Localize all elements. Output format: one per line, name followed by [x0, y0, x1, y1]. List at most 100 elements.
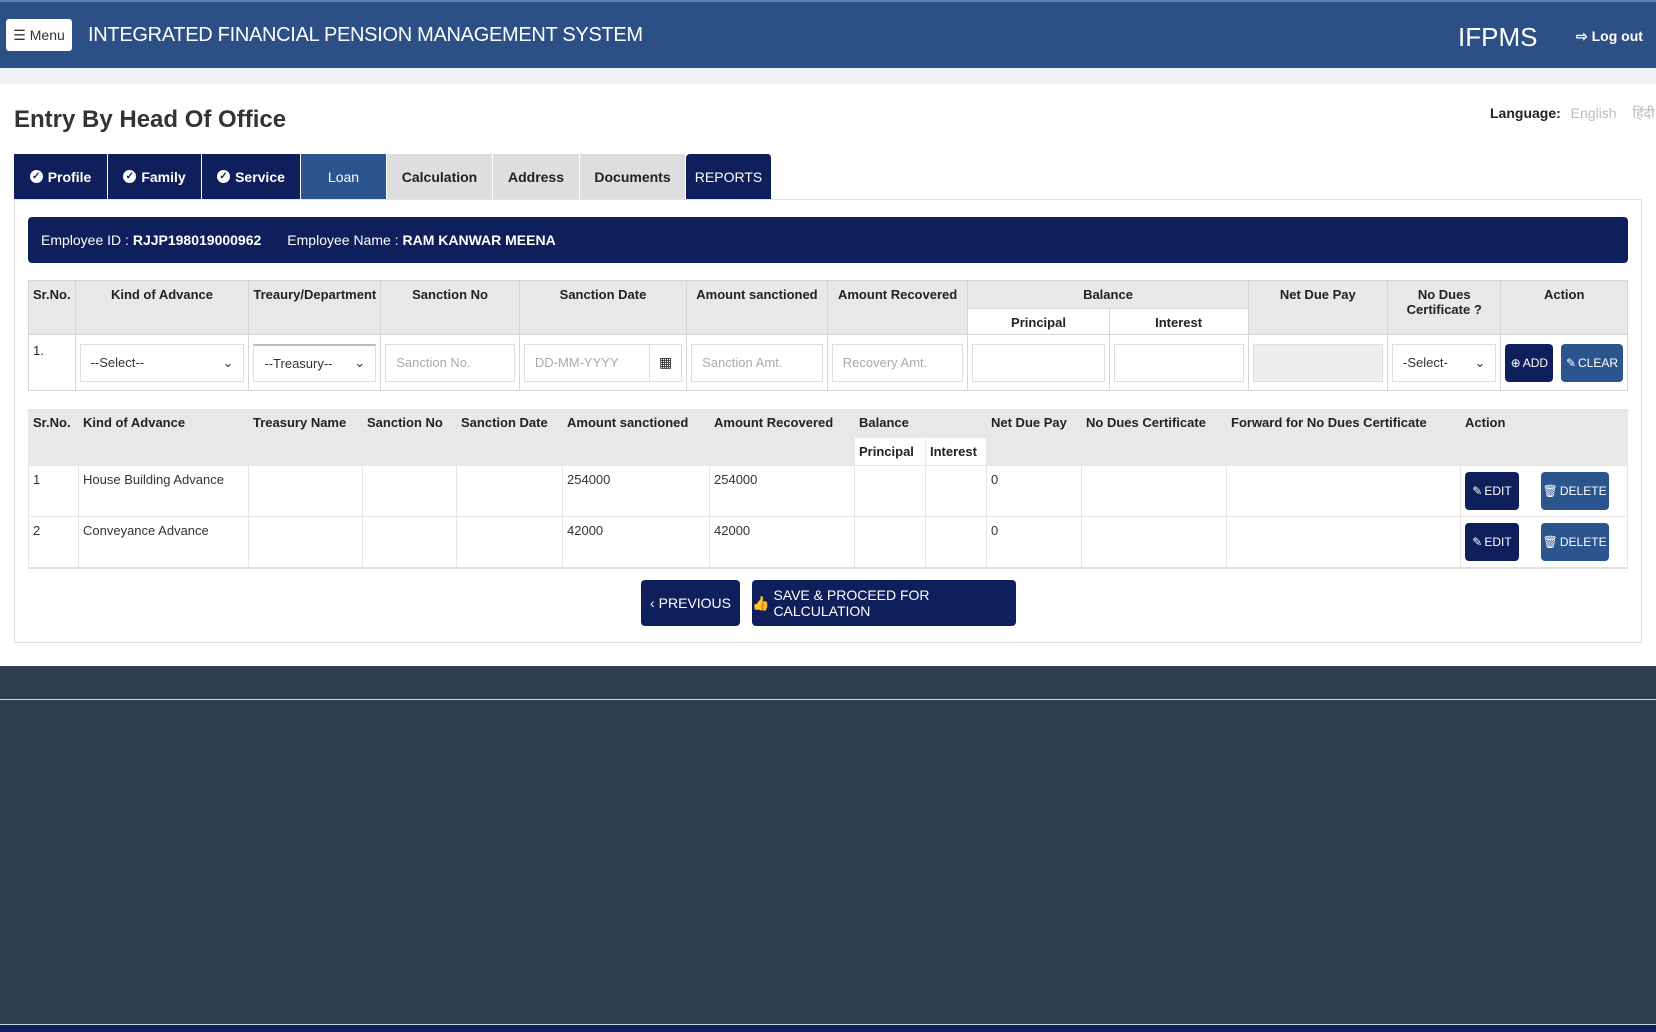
- no-dues-select[interactable]: -Select- ⌄: [1392, 343, 1497, 382]
- employee-banner: Employee ID : RJJP198019000962 Employee …: [28, 217, 1628, 263]
- delete-button[interactable]: 🗑 DELETE: [1540, 471, 1609, 510]
- edit-button[interactable]: ✎ EDIT: [1465, 471, 1519, 510]
- tab-service[interactable]: ✓ Service: [202, 154, 301, 199]
- chevron-down-icon: ⌄: [1474, 354, 1486, 370]
- tab-documents[interactable]: Documents: [580, 154, 686, 199]
- chevron-down-icon: ⌄: [222, 354, 234, 370]
- tab-profile[interactable]: ✓ Profile: [14, 154, 108, 199]
- cell-no-dues: [1081, 515, 1227, 569]
- treasury-select[interactable]: --Treasury-- ⌄: [253, 343, 377, 382]
- cell-amount-sanctioned: 254000: [562, 464, 710, 517]
- col-kind: Kind of Advance: [78, 409, 249, 465]
- recovery-amount-input[interactable]: Recovery Amt.: [831, 343, 964, 382]
- sanction-amount-input[interactable]: Sanction Amt.: [691, 343, 823, 382]
- loans-table: Sr.No. Kind of Advance Treasury Name San…: [28, 409, 1628, 569]
- cell-amount-sanctioned: 42000: [562, 515, 710, 569]
- col-interest: Interest: [1108, 308, 1249, 335]
- kind-of-advance-select[interactable]: --Select-- ⌄: [79, 343, 245, 382]
- logout-icon: ⇨: [1576, 28, 1588, 44]
- cell-net-due: 0: [986, 464, 1082, 517]
- cell-interest: [925, 464, 987, 517]
- col-amount-recovered: Amount Recovered: [826, 280, 969, 335]
- employee-id: RJJP198019000962: [132, 232, 262, 248]
- col-amount-sanctioned: Amount sanctioned: [686, 280, 828, 335]
- cell-amount-recovered: 42000: [709, 515, 855, 569]
- tab-label: Address: [507, 168, 565, 185]
- col-net-due: Net Due Pay: [1247, 280, 1389, 335]
- col-sanction-no: Sanction No: [380, 280, 520, 335]
- interest-input[interactable]: [1113, 343, 1244, 382]
- col-sanction-date: Sanction Date: [456, 409, 563, 465]
- subheader-strip: [0, 68, 1656, 84]
- tab-loan[interactable]: Loan: [301, 154, 387, 199]
- clear-label: CLEAR: [1578, 355, 1619, 370]
- cell-amount-recovered: 254000: [709, 464, 855, 517]
- edit-icon: ✎: [1472, 534, 1483, 549]
- table-row: 2 Conveyance Advance 42000 42000 0 ✎ EDIT…: [28, 515, 1628, 569]
- principal-input[interactable]: [972, 343, 1105, 382]
- delete-button[interactable]: 🗑 DELETE: [1540, 522, 1609, 561]
- col-principal: Principal: [854, 436, 926, 466]
- thumbs-up-icon: 👍: [752, 594, 770, 611]
- chevron-left-icon: ‹: [649, 595, 655, 611]
- page-title: Entry By Head Of Office: [14, 106, 287, 133]
- tab-label: Documents: [594, 168, 671, 185]
- cell-sanction-date: [456, 515, 563, 569]
- chevron-down-icon: ⌄: [354, 355, 366, 370]
- footer-divider: [0, 699, 1656, 700]
- app-title: INTEGRATED FINANCIAL PENSION MANAGEMENT …: [88, 24, 643, 46]
- col-treasury: Treasury Name: [248, 409, 363, 465]
- menu-button[interactable]: ☰ Menu: [6, 19, 72, 51]
- cell-net-due: 0: [986, 515, 1082, 569]
- clear-button[interactable]: ✎ CLEAR: [1561, 343, 1623, 382]
- tab-address[interactable]: Address: [493, 154, 580, 199]
- tab-calculation[interactable]: Calculation: [387, 154, 493, 199]
- col-no-dues: No Dues Certificate: [1081, 409, 1227, 465]
- trash-icon: 🗑: [1542, 483, 1558, 498]
- entry-sr: 1.: [28, 334, 76, 391]
- cell-sr: 2: [28, 515, 79, 569]
- col-treasury: Treaury/Department: [248, 280, 382, 335]
- col-amount-sanctioned: Amount sanctioned: [562, 409, 710, 465]
- col-amount-recovered: Amount Recovered: [709, 409, 855, 465]
- col-sanction-no: Sanction No: [362, 409, 457, 465]
- delete-label: DELETE: [1559, 483, 1607, 498]
- tab-reports[interactable]: REPORTS: [686, 154, 772, 199]
- brand-logo: IFPMS: [1458, 22, 1538, 52]
- cell-sanction-date: [456, 464, 563, 517]
- check-circle-icon: ✓: [123, 170, 137, 183]
- check-circle-icon: ✓: [29, 170, 43, 183]
- plus-circle-icon: ⊕: [1510, 355, 1521, 370]
- language-option-english[interactable]: English: [1571, 105, 1617, 121]
- table-row: 1 House Building Advance 254000 254000 0…: [28, 464, 1628, 517]
- edit-button[interactable]: ✎ EDIT: [1465, 522, 1519, 561]
- cell-principal: [854, 515, 926, 569]
- cell-sanction-no: [362, 515, 457, 569]
- previous-button[interactable]: ‹ PREVIOUS: [641, 580, 740, 626]
- edit-icon: ✎: [1472, 483, 1483, 498]
- net-due-input: [1252, 343, 1384, 382]
- menu-label: Menu: [29, 27, 65, 43]
- cell-sanction-no: [362, 464, 457, 517]
- sanction-no-input[interactable]: Sanction No.: [385, 343, 515, 382]
- sanction-date-input[interactable]: DD-MM-YYYY: [523, 343, 651, 382]
- col-no-dues: No Dues Certificate ?: [1387, 280, 1502, 335]
- select-value: --Treasury--: [264, 355, 333, 371]
- save-proceed-button[interactable]: 👍 SAVE & PROCEED FOR CALCULATION: [752, 580, 1016, 626]
- calendar-icon[interactable]: ▦: [650, 343, 683, 382]
- language-switcher: Language: English हिंदी: [1490, 104, 1655, 123]
- hamburger-icon: ☰: [13, 26, 26, 43]
- col-balance: Balance: [854, 409, 987, 437]
- logout-label: Log out: [1591, 28, 1643, 44]
- tab-family[interactable]: ✓ Family: [108, 154, 202, 199]
- language-option-hindi[interactable]: हिंदी: [1632, 105, 1654, 121]
- col-sr: Sr.No.: [28, 280, 76, 335]
- logout-link[interactable]: ⇨ Log out: [1576, 28, 1643, 45]
- cell-kind: House Building Advance: [78, 464, 249, 517]
- save-label: SAVE & PROCEED FOR CALCULATION: [773, 587, 930, 619]
- step-tabs: ✓ Profile ✓ Family ✓ Service Loan Calculati…: [14, 154, 772, 199]
- add-label: ADD: [1522, 355, 1549, 370]
- col-kind: Kind of Advance: [74, 280, 250, 335]
- edit-label: EDIT: [1484, 483, 1512, 498]
- add-button[interactable]: ⊕ ADD: [1505, 343, 1554, 382]
